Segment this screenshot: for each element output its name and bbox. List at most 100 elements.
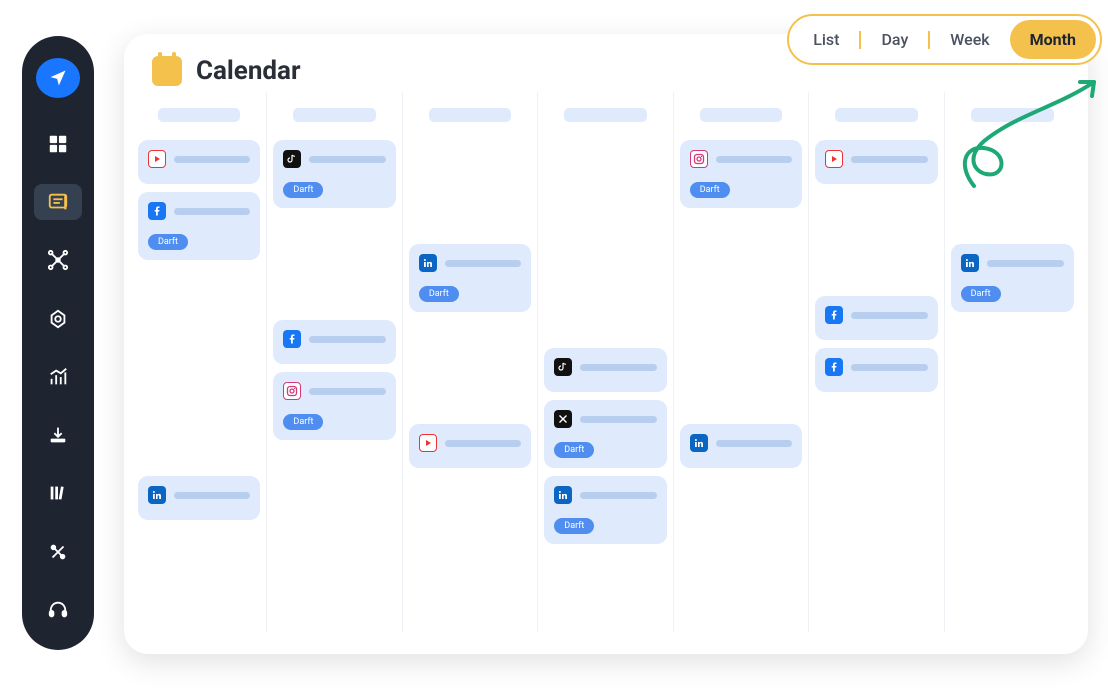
title-placeholder <box>851 312 927 319</box>
sidebar-item-tools[interactable] <box>34 534 82 570</box>
sidebar-item-analytics[interactable] <box>34 359 82 395</box>
facebook-icon <box>148 202 166 220</box>
empty-slot <box>680 216 802 312</box>
title-placeholder <box>174 492 250 499</box>
empty-slot <box>138 372 260 468</box>
day-header-placeholder <box>971 108 1054 122</box>
draft-badge: Darft <box>554 442 594 458</box>
title-placeholder <box>174 156 250 163</box>
post-card[interactable]: Darft <box>273 140 395 208</box>
day-header-placeholder <box>700 108 782 122</box>
title-placeholder <box>987 260 1064 267</box>
title-placeholder <box>851 156 927 163</box>
calendar-column: Darft Darft <box>267 92 402 632</box>
draft-badge: Darft <box>283 414 323 430</box>
linkedin-icon <box>554 486 572 504</box>
calendar-panel: Calendar DarftDarftDarftDarftDarftDarftD… <box>124 34 1088 654</box>
post-card[interactable]: Darft <box>409 244 531 312</box>
draft-badge: Darft <box>690 182 730 198</box>
day-header-placeholder <box>835 108 917 122</box>
title-placeholder <box>174 208 250 215</box>
draft-badge: Darft <box>148 234 188 250</box>
view-list[interactable]: List <box>793 20 859 59</box>
empty-slot <box>409 140 531 236</box>
post-card[interactable]: Darft <box>680 140 802 208</box>
title-placeholder <box>309 336 385 343</box>
post-card[interactable]: Darft <box>544 476 666 544</box>
post-card[interactable] <box>815 140 937 184</box>
draft-badge: Darft <box>419 286 459 302</box>
post-card[interactable] <box>273 320 395 364</box>
calendar-column: Darft Darft <box>538 92 673 632</box>
linkedin-icon <box>148 486 166 504</box>
title-placeholder <box>445 440 521 447</box>
youtube-icon <box>825 150 843 168</box>
sidebar-item-support[interactable] <box>34 592 82 628</box>
post-card[interactable] <box>815 348 937 392</box>
linkedin-icon <box>690 434 708 452</box>
sidebar-item-download[interactable] <box>34 417 82 453</box>
logo-icon[interactable] <box>36 58 80 98</box>
title-placeholder <box>309 388 385 395</box>
youtube-icon <box>419 434 437 452</box>
sidebar-item-dashboard[interactable] <box>34 126 82 162</box>
page-title: Calendar <box>196 56 301 86</box>
linkedin-icon <box>419 254 437 272</box>
sidebar-item-messages[interactable] <box>34 184 82 220</box>
sidebar-item-library[interactable] <box>34 475 82 511</box>
title-placeholder <box>716 156 792 163</box>
title-placeholder <box>580 416 656 423</box>
post-card[interactable]: Darft <box>544 400 666 468</box>
day-header-placeholder <box>293 108 375 122</box>
empty-slot <box>951 140 1074 236</box>
empty-slot <box>273 216 395 312</box>
sidebar-item-network[interactable] <box>34 242 82 278</box>
title-placeholder <box>580 364 656 371</box>
linkedin-icon <box>961 254 979 272</box>
view-month[interactable]: Month <box>1010 20 1096 59</box>
empty-slot <box>815 192 937 288</box>
post-card[interactable] <box>138 140 260 184</box>
day-header-placeholder <box>429 108 511 122</box>
sidebar-item-target[interactable] <box>34 301 82 337</box>
view-week[interactable]: Week <box>930 20 1009 59</box>
tiktok-icon <box>283 150 301 168</box>
post-card[interactable]: Darft <box>273 372 395 440</box>
view-day[interactable]: Day <box>861 20 928 59</box>
calendar-column: Darft <box>403 92 538 632</box>
empty-slot <box>680 320 802 416</box>
day-header-placeholder <box>564 108 646 122</box>
title-placeholder <box>580 492 656 499</box>
title-placeholder <box>716 440 792 447</box>
post-card[interactable] <box>680 424 802 468</box>
post-card[interactable] <box>815 296 937 340</box>
title-placeholder <box>851 364 927 371</box>
x-icon <box>554 410 572 428</box>
instagram-icon <box>690 150 708 168</box>
empty-slot <box>544 140 666 236</box>
post-card[interactable] <box>544 348 666 392</box>
instagram-icon <box>283 382 301 400</box>
day-header-placeholder <box>158 108 240 122</box>
calendar-icon <box>152 56 182 86</box>
draft-badge: Darft <box>961 286 1001 302</box>
draft-badge: Darft <box>283 182 323 198</box>
calendar-column <box>809 92 944 632</box>
empty-slot <box>544 244 666 340</box>
title-placeholder <box>445 260 521 267</box>
calendar-column: Darft <box>132 92 267 632</box>
facebook-icon <box>283 330 301 348</box>
post-card[interactable]: Darft <box>138 192 260 260</box>
calendar-grid: Darft Darft Darft Darft Darft Darft Darft Darft <box>124 92 1088 632</box>
draft-badge: Darft <box>554 518 594 534</box>
youtube-icon <box>148 150 166 168</box>
facebook-icon <box>825 306 843 324</box>
empty-slot <box>409 320 531 416</box>
post-card[interactable]: Darft <box>951 244 1074 312</box>
empty-slot <box>138 268 260 364</box>
tiktok-icon <box>554 358 572 376</box>
calendar-column: Darft <box>674 92 809 632</box>
title-placeholder <box>309 156 385 163</box>
post-card[interactable] <box>138 476 260 520</box>
post-card[interactable] <box>409 424 531 468</box>
